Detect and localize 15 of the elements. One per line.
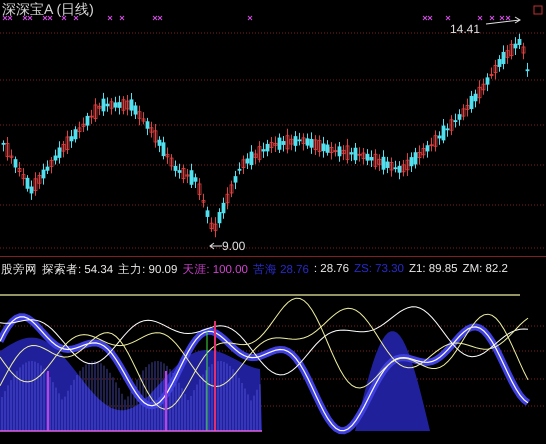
legend-value: ZM: 82.2 [462,263,508,275]
legend-value: 探索者: 54.34 [42,262,114,276]
legend-value: Z1: 89.85 [408,263,458,275]
chart-title: 深深宝A (日线) [2,1,94,19]
legend-value: 主力: 90.09 [118,262,178,276]
indicator-name: 股旁网 [1,262,37,276]
legend-value: ZS: 73.30 [354,263,404,275]
legend-value: : 28.76 [314,263,350,275]
high-price-label: 14.41 [450,22,480,36]
legend-value: 天涯: 100.00 [182,262,248,276]
maximize-icon[interactable] [534,6,542,14]
legend-value: 苦海 28.76 [252,262,309,276]
low-price-label: 9.00 [222,239,246,253]
arrow-icon [209,242,222,250]
arrow-icon [486,16,521,24]
